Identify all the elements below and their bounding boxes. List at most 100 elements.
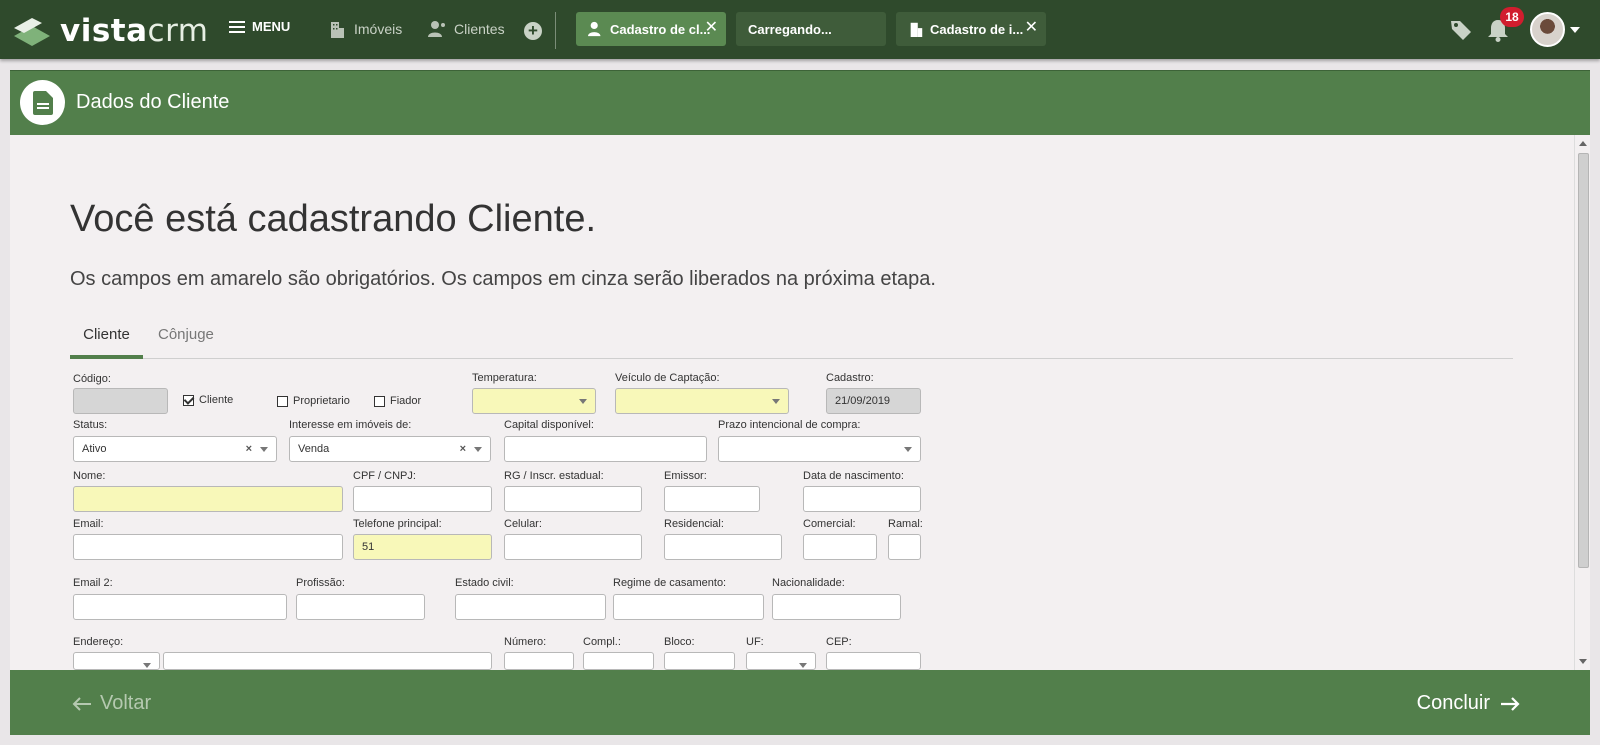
profissao-label: Profissão:: [296, 577, 345, 589]
nacionalidade-input[interactable]: [772, 594, 901, 620]
add-tab-icon[interactable]: +: [524, 22, 542, 40]
scrollbar[interactable]: [1574, 135, 1590, 670]
estado-civil-select[interactable]: [455, 594, 606, 620]
section-title: Dados do Cliente: [76, 91, 230, 113]
footer-bar: Voltar Concluir: [10, 670, 1590, 735]
nascimento-input[interactable]: [803, 486, 921, 512]
tab-cadastro-cliente[interactable]: Cadastro de cl... ✕: [576, 12, 726, 46]
active-tab-indicator: [70, 355, 143, 359]
interesse-select[interactable]: Venda ×: [289, 436, 491, 462]
close-icon[interactable]: ✕: [1025, 20, 1038, 36]
fiador-checkbox-label: Fiador: [390, 395, 422, 407]
interesse-value: Venda: [298, 443, 330, 455]
section-header: Dados do Cliente: [10, 70, 1590, 135]
conclude-button[interactable]: Concluir: [1417, 692, 1520, 715]
back-button[interactable]: Voltar: [72, 692, 151, 715]
cadastro-field: 21/09/2019: [826, 388, 921, 414]
logradouro-type-select[interactable]: [73, 652, 160, 670]
emissor-input[interactable]: [664, 486, 760, 512]
endereco-input[interactable]: [163, 652, 492, 670]
telefone-label: Telefone principal:: [353, 518, 442, 530]
ramal-input[interactable]: [888, 534, 921, 560]
tab-label: Cadastro de i...: [930, 21, 1024, 37]
tab-loading[interactable]: Carregando...: [736, 12, 886, 46]
arrow-left-icon: [72, 696, 91, 711]
tab-divider: [70, 358, 1513, 359]
tab-cliente[interactable]: Cliente: [70, 326, 143, 343]
client-icon: [588, 21, 601, 37]
nav-clientes[interactable]: Clientes: [428, 20, 505, 38]
building-icon: [331, 22, 344, 38]
tab-conjuge[interactable]: Cônjuge: [158, 326, 214, 343]
email2-label: Email 2:: [73, 577, 113, 589]
proprietario-checkbox[interactable]: Proprietario: [277, 395, 350, 407]
status-select[interactable]: Ativo ×: [73, 436, 277, 462]
cliente-checkbox[interactable]: Cliente: [183, 394, 233, 406]
nacionalidade-label: Nacionalidade:: [772, 577, 845, 589]
avatar[interactable]: [1530, 12, 1565, 47]
nome-label: Nome:: [73, 470, 106, 482]
regime-select[interactable]: [613, 594, 764, 620]
email2-input[interactable]: [73, 594, 287, 620]
temperatura-select[interactable]: [472, 388, 596, 414]
scroll-up-icon[interactable]: [1579, 141, 1587, 146]
building-icon: [910, 22, 923, 37]
rg-input[interactable]: [504, 486, 642, 512]
interesse-label: Interesse em imóveis de:: [289, 419, 412, 431]
notification-badge: 18: [1500, 7, 1524, 27]
uf-select[interactable]: [746, 652, 816, 670]
checkbox-icon: [277, 395, 288, 407]
cpf-input[interactable]: [353, 486, 492, 512]
email-input[interactable]: [73, 534, 343, 560]
estado-civil-label: Estado civil:: [455, 577, 514, 589]
cep-label: CEP:: [826, 636, 852, 648]
bloco-input[interactable]: [664, 652, 735, 670]
cadastro-label: Cadastro:: [826, 372, 874, 384]
comercial-input[interactable]: [803, 534, 877, 560]
cpf-label: CPF / CNPJ:: [353, 470, 416, 482]
checkbox-checked-icon: [183, 394, 194, 406]
client-icon: [428, 21, 445, 37]
tab-cadastro-imovel[interactable]: Cadastro de i... ✕: [896, 12, 1046, 46]
tab-label: Carregando...: [748, 21, 832, 37]
nav-imoveis[interactable]: Imóveis: [328, 20, 402, 38]
menu-label: MENU: [252, 19, 291, 34]
residencial-input[interactable]: [664, 534, 782, 560]
email-label: Email:: [73, 518, 104, 530]
numero-input[interactable]: [504, 652, 574, 670]
back-label: Voltar: [100, 692, 152, 714]
arrow-right-icon: [1501, 696, 1520, 711]
page-title: Você está cadastrando Cliente.: [70, 198, 597, 240]
clear-icon[interactable]: ×: [460, 437, 466, 461]
proprietario-checkbox-label: Proprietario: [293, 395, 350, 407]
scroll-thumb[interactable]: [1578, 153, 1589, 568]
tag-icon[interactable]: [1449, 18, 1473, 42]
close-icon[interactable]: ✕: [705, 20, 718, 36]
compl-input[interactable]: [583, 652, 654, 670]
profissao-input[interactable]: [296, 594, 425, 620]
celular-input[interactable]: [504, 534, 642, 560]
residencial-label: Residencial:: [664, 518, 724, 530]
cep-input[interactable]: [826, 652, 921, 670]
codigo-label: Código:: [73, 373, 111, 385]
regime-label: Regime de casamento:: [613, 577, 727, 589]
prazo-select[interactable]: [718, 436, 921, 462]
telefone-input[interactable]: 51: [353, 534, 492, 560]
nome-input[interactable]: [73, 486, 343, 512]
veiculo-select[interactable]: [615, 388, 789, 414]
fiador-checkbox[interactable]: Fiador: [374, 395, 421, 407]
hamburger-icon: [229, 20, 245, 33]
logo[interactable]: vistacrm: [12, 13, 208, 49]
capital-input[interactable]: [504, 436, 707, 462]
menu-button[interactable]: MENU: [229, 19, 290, 34]
status-label: Status:: [73, 419, 108, 431]
uf-label: UF:: [746, 636, 764, 648]
checkbox-icon: [374, 395, 385, 407]
bloco-label: Bloco:: [664, 636, 695, 648]
clear-icon[interactable]: ×: [246, 437, 252, 461]
compl-label: Compl.:: [583, 636, 621, 648]
capital-label: Capital disponível:: [504, 419, 594, 431]
scroll-down-icon[interactable]: [1579, 659, 1587, 664]
veiculo-label: Veículo de Captação:: [615, 372, 720, 384]
chevron-down-icon[interactable]: [1570, 27, 1580, 33]
